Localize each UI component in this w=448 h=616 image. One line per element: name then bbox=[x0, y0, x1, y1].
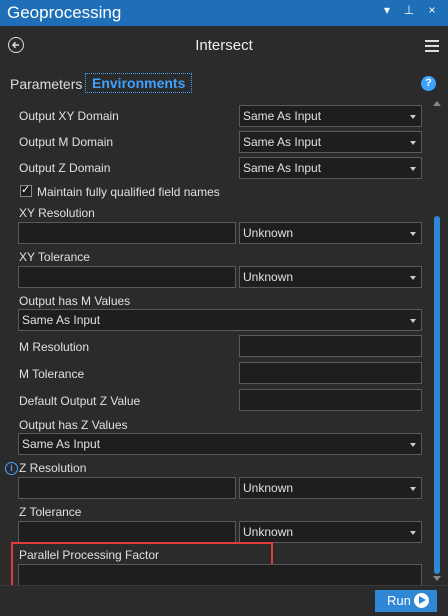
dropdown-icon[interactable]: ▾ bbox=[380, 3, 394, 17]
run-label: Run bbox=[387, 593, 411, 608]
scrollbar-thumb[interactable] bbox=[434, 216, 440, 574]
title-bar: Geoprocessing ▾ ⊥ × bbox=[0, 0, 448, 26]
tool-header: Intersect bbox=[0, 26, 448, 68]
footer: Run bbox=[0, 585, 448, 616]
tab-parameters[interactable]: Parameters bbox=[10, 76, 82, 92]
xy-tolerance-label: XY Tolerance bbox=[19, 250, 90, 264]
play-icon bbox=[414, 593, 429, 608]
default-output-z-label: Default Output Z Value bbox=[19, 394, 141, 408]
z-tolerance-label: Z Tolerance bbox=[19, 505, 82, 519]
m-resolution-label: M Resolution bbox=[19, 340, 90, 354]
output-z-domain-select[interactable]: Same As Input bbox=[239, 157, 422, 179]
scroll-up-icon[interactable] bbox=[433, 101, 441, 106]
output-m-domain-select[interactable]: Same As Input bbox=[239, 131, 422, 153]
tool-title: Intersect bbox=[195, 37, 253, 54]
help-icon[interactable]: ? bbox=[421, 76, 436, 91]
window-title: Geoprocessing bbox=[7, 3, 122, 22]
m-tolerance-label: M Tolerance bbox=[19, 367, 85, 381]
output-has-m-label: Output has M Values bbox=[19, 294, 131, 308]
z-resolution-label: Z Resolution bbox=[19, 461, 87, 475]
scroll-down-icon[interactable] bbox=[433, 576, 441, 581]
info-icon[interactable]: i bbox=[5, 462, 18, 475]
output-has-m-select[interactable]: Same As Input bbox=[18, 309, 422, 331]
output-has-z-select[interactable]: Same As Input bbox=[18, 433, 422, 455]
xy-resolution-label: XY Resolution bbox=[19, 206, 95, 220]
tab-bar: Parameters Environments ? bbox=[0, 68, 448, 98]
parallel-processing-label: Parallel Processing Factor bbox=[19, 548, 160, 562]
close-icon[interactable]: × bbox=[425, 3, 439, 17]
maintain-qualified-label: Maintain fully qualified field names bbox=[37, 185, 220, 199]
xy-resolution-input[interactable] bbox=[18, 222, 236, 244]
tab-environments[interactable]: Environments bbox=[85, 73, 193, 93]
m-tolerance-input[interactable] bbox=[239, 362, 422, 384]
parallel-processing-input[interactable] bbox=[18, 564, 422, 586]
output-xy-domain-select[interactable]: Same As Input bbox=[239, 105, 422, 127]
menu-icon[interactable] bbox=[425, 40, 439, 55]
m-resolution-input[interactable] bbox=[239, 335, 422, 357]
z-tolerance-input[interactable] bbox=[18, 521, 236, 543]
output-xy-domain-label: Output XY Domain bbox=[19, 109, 119, 123]
default-output-z-input[interactable] bbox=[239, 389, 422, 411]
run-button[interactable]: Run bbox=[375, 590, 437, 612]
output-m-domain-label: Output M Domain bbox=[19, 135, 114, 149]
maintain-qualified-checkbox[interactable]: ✓ bbox=[20, 184, 32, 197]
check-icon: ✓ bbox=[21, 184, 31, 196]
xy-tolerance-unit-select[interactable]: Unknown bbox=[239, 266, 422, 288]
pin-icon[interactable]: ⊥ bbox=[402, 3, 416, 17]
xy-resolution-unit-select[interactable]: Unknown bbox=[239, 222, 422, 244]
output-has-z-label: Output has Z Values bbox=[19, 418, 128, 432]
scrollbar[interactable] bbox=[432, 98, 442, 585]
z-tolerance-unit-select[interactable]: Unknown bbox=[239, 521, 422, 543]
environments-panel: Output XY Domain Same As Input Output M … bbox=[0, 98, 432, 589]
z-resolution-unit-select[interactable]: Unknown bbox=[239, 477, 422, 499]
output-z-domain-label: Output Z Domain bbox=[19, 161, 111, 175]
z-resolution-input[interactable] bbox=[18, 477, 236, 499]
xy-tolerance-input[interactable] bbox=[18, 266, 236, 288]
